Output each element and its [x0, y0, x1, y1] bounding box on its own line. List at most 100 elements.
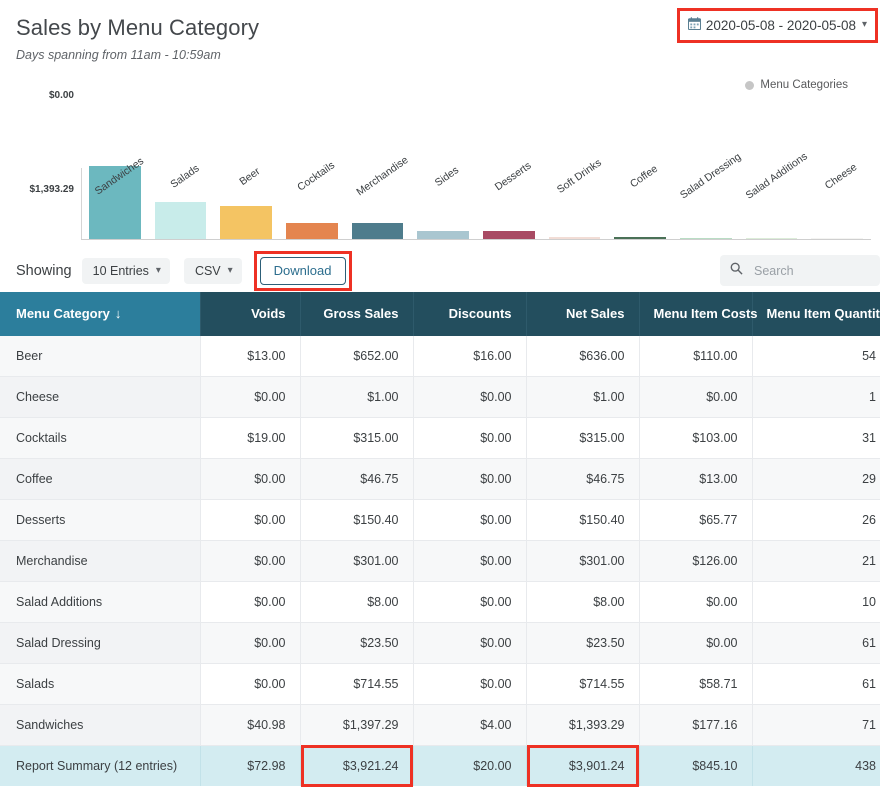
- cell-menu-item-costs: $126.00: [639, 541, 752, 582]
- x-axis-tick-label: Beer: [237, 165, 262, 188]
- summary-cell-net-sales: $3,901.24: [526, 746, 639, 787]
- cell-discounts: $0.00: [413, 500, 526, 541]
- entries-per-page-value: 10 Entries: [93, 264, 149, 278]
- sales-bar-chart: Menu Categories $1,393.29 $0.00 Sandwich…: [0, 76, 880, 236]
- cell-net-sales: $8.00: [526, 582, 639, 623]
- entries-per-page-select[interactable]: 10 Entries ▾: [82, 258, 170, 284]
- cell-menu-item-quantity: 26: [752, 500, 880, 541]
- column-header-voids[interactable]: Voids: [200, 292, 300, 336]
- cell-voids: $13.00: [200, 336, 300, 377]
- summary-cell-discounts: $20.00: [413, 746, 526, 787]
- x-axis-tick-label: Salad Dressing: [678, 151, 743, 202]
- table-row[interactable]: Cocktails$19.00$315.00$0.00$315.00$103.0…: [0, 418, 880, 459]
- cell-voids: $0.00: [200, 459, 300, 500]
- cell-menu-item-quantity: 61: [752, 664, 880, 705]
- calendar-icon: [688, 17, 701, 33]
- summary-cell-gross-sales: $3,921.24: [300, 746, 413, 787]
- cell-category: Cheese: [0, 377, 200, 418]
- column-header-discounts[interactable]: Discounts: [413, 292, 526, 336]
- table-toolbar: Showing 10 Entries ▾ CSV ▾ Download: [0, 250, 880, 292]
- report-header: Sales by Menu Category Days spanning fro…: [0, 0, 880, 72]
- cell-net-sales: $23.50: [526, 623, 639, 664]
- table-row[interactable]: Salad Dressing$0.00$23.50$0.00$23.50$0.0…: [0, 623, 880, 664]
- cell-menu-item-costs: $177.16: [639, 705, 752, 746]
- y-axis-tick-max: $1,393.29: [8, 184, 74, 195]
- summary-cell-category: Report Summary (12 entries): [0, 746, 200, 787]
- table-row[interactable]: Coffee$0.00$46.75$0.00$46.75$13.0029: [0, 459, 880, 500]
- cell-menu-item-costs: $110.00: [639, 336, 752, 377]
- cell-voids: $0.00: [200, 623, 300, 664]
- cell-discounts: $16.00: [413, 336, 526, 377]
- cell-category: Salads: [0, 664, 200, 705]
- column-header-net-sales[interactable]: Net Sales: [526, 292, 639, 336]
- cell-net-sales: $301.00: [526, 541, 639, 582]
- cell-discounts: $0.00: [413, 623, 526, 664]
- cell-discounts: $4.00: [413, 705, 526, 746]
- cell-net-sales: $46.75: [526, 459, 639, 500]
- search-icon: [730, 262, 743, 280]
- search-input[interactable]: [752, 263, 870, 279]
- search-box[interactable]: [720, 255, 880, 286]
- cell-voids: $0.00: [200, 500, 300, 541]
- cell-gross-sales: $46.75: [300, 459, 413, 500]
- x-label-slot: Coffee: [607, 166, 673, 236]
- column-header-gross-sales[interactable]: Gross Sales: [300, 292, 413, 336]
- date-range-picker[interactable]: 2020-05-08 - 2020-05-08 ▾: [684, 13, 872, 37]
- cell-category: Sandwiches: [0, 705, 200, 746]
- x-axis-tick-label: Sides: [433, 164, 461, 189]
- cell-category: Cocktails: [0, 418, 200, 459]
- export-format-select[interactable]: CSV ▾: [184, 258, 242, 284]
- cell-voids: $0.00: [200, 582, 300, 623]
- cell-voids: $0.00: [200, 664, 300, 705]
- column-header-menu-item-quantity[interactable]: Menu Item Quantity: [752, 292, 880, 336]
- table-row[interactable]: Beer$13.00$652.00$16.00$636.00$110.0054: [0, 336, 880, 377]
- chart-bar[interactable]: [549, 237, 601, 239]
- table-head: Menu Category ↓ Voids Gross Sales Discoun…: [0, 292, 880, 336]
- x-label-slot: Salads: [148, 166, 214, 236]
- summary-cell-menu-item-quantity: 438: [752, 746, 880, 787]
- cell-voids: $19.00: [200, 418, 300, 459]
- cell-voids: $0.00: [200, 541, 300, 582]
- summary-cell-menu-item-costs: $845.10: [639, 746, 752, 787]
- table-row[interactable]: Salads$0.00$714.55$0.00$714.55$58.7161: [0, 664, 880, 705]
- table-row[interactable]: Cheese$0.00$1.00$0.00$1.00$0.001: [0, 377, 880, 418]
- column-header-menu-item-costs[interactable]: Menu Item Costs: [639, 292, 752, 336]
- cell-menu-item-costs: $0.00: [639, 623, 752, 664]
- x-label-slot: Cheese: [804, 166, 870, 236]
- table-row[interactable]: Salad Additions$0.00$8.00$0.00$8.00$0.00…: [0, 582, 880, 623]
- chart-bar[interactable]: [746, 238, 798, 239]
- x-label-slot: Salad Dressing: [673, 166, 739, 236]
- cell-discounts: $0.00: [413, 459, 526, 500]
- cell-category: Beer: [0, 336, 200, 377]
- date-range-label: 2020-05-08 - 2020-05-08: [706, 18, 856, 33]
- x-axis-labels: SandwichesSaladsBeerCocktailsMerchandise…: [82, 166, 870, 236]
- table-row[interactable]: Merchandise$0.00$301.00$0.00$301.00$126.…: [0, 541, 880, 582]
- x-label-slot: Salad Additions: [739, 166, 805, 236]
- chart-bar[interactable]: [614, 237, 666, 239]
- cell-discounts: $0.00: [413, 664, 526, 705]
- column-header-menu-category[interactable]: Menu Category ↓: [0, 292, 200, 336]
- x-label-slot: Soft Drinks: [542, 166, 608, 236]
- chart-bar[interactable]: [811, 238, 863, 239]
- table-body: Beer$13.00$652.00$16.00$636.00$110.0054C…: [0, 336, 880, 786]
- cell-menu-item-costs: $65.77: [639, 500, 752, 541]
- cell-discounts: $0.00: [413, 582, 526, 623]
- cell-category: Salad Additions: [0, 582, 200, 623]
- x-axis-tick-label: Merchandise: [354, 154, 410, 198]
- cell-net-sales: $1,393.29: [526, 705, 639, 746]
- x-label-slot: Beer: [213, 166, 279, 236]
- sort-descending-icon: ↓: [115, 306, 122, 321]
- date-range-highlight: 2020-05-08 - 2020-05-08 ▾: [677, 8, 878, 43]
- cell-net-sales: $315.00: [526, 418, 639, 459]
- cell-menu-item-costs: $0.00: [639, 582, 752, 623]
- chart-bar[interactable]: [680, 238, 732, 239]
- cell-category: Coffee: [0, 459, 200, 500]
- chevron-down-icon: ▾: [156, 266, 161, 276]
- table-row[interactable]: Sandwiches$40.98$1,397.29$4.00$1,393.29$…: [0, 705, 880, 746]
- chevron-down-icon: ▾: [228, 266, 233, 276]
- summary-cell-voids: $72.98: [200, 746, 300, 787]
- table-row[interactable]: Desserts$0.00$150.40$0.00$150.40$65.7726: [0, 500, 880, 541]
- cell-gross-sales: $315.00: [300, 418, 413, 459]
- download-button[interactable]: Download: [260, 257, 346, 285]
- column-label: Menu Category: [16, 306, 110, 321]
